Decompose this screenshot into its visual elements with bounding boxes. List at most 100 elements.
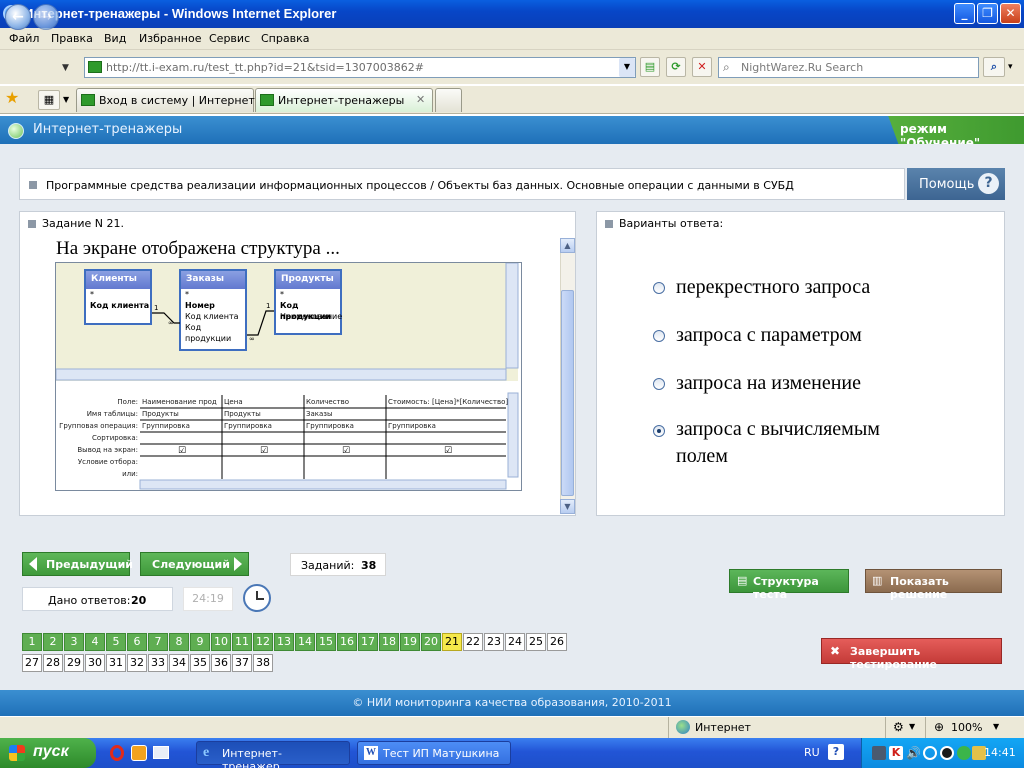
show-solution-button[interactable]: ▥ Показать решение xyxy=(865,569,1002,601)
tab-login[interactable]: Вход в систему | Интернет-... xyxy=(76,88,269,112)
task-number-22[interactable]: 22 xyxy=(463,633,483,651)
task-number-38[interactable]: 38 xyxy=(253,654,273,672)
task-number-24[interactable]: 24 xyxy=(505,633,525,651)
task-number-11[interactable]: 11 xyxy=(232,633,252,651)
new-tab-button[interactable] xyxy=(435,88,462,112)
start-button[interactable]: пуск xyxy=(0,738,96,768)
media-icon[interactable] xyxy=(923,746,937,760)
prev-button[interactable]: Предыдущий xyxy=(22,552,133,576)
protected-mode-icon[interactable]: ⚙ xyxy=(893,720,904,734)
task-number-34[interactable]: 34 xyxy=(169,654,189,672)
minimize-button[interactable]: _ xyxy=(954,3,975,24)
task-number-18[interactable]: 18 xyxy=(379,633,399,651)
favorites-star-icon[interactable]: ★ xyxy=(5,88,19,107)
protected-mode-dropdown-icon[interactable]: ▼ xyxy=(909,722,915,731)
answer-radio-2[interactable] xyxy=(653,330,665,342)
url-dropdown-icon[interactable]: ▼ xyxy=(619,58,635,77)
scroll-up-icon[interactable]: ▲ xyxy=(560,238,575,253)
task-number-20[interactable]: 20 xyxy=(421,633,441,651)
antivirus-icon[interactable]: K xyxy=(889,746,903,760)
language-help-icon[interactable]: ? xyxy=(828,744,844,760)
zoom-dropdown-icon[interactable]: ▼ xyxy=(993,722,999,731)
menu-help[interactable]: Справка xyxy=(261,32,309,45)
history-dropdown-icon[interactable]: ▼ xyxy=(62,63,69,73)
task-number-15[interactable]: 15 xyxy=(316,633,336,651)
maximize-button[interactable]: ❐ xyxy=(977,3,998,24)
disc-icon[interactable] xyxy=(940,746,954,760)
task-number-4[interactable]: 4 xyxy=(85,633,105,651)
refresh-icon[interactable]: ⟳ xyxy=(666,57,686,77)
browser-quicklaunch-icon[interactable] xyxy=(131,745,147,761)
tab-list-icon[interactable]: ▼ xyxy=(63,95,69,104)
task-number-37[interactable]: 37 xyxy=(232,654,252,672)
menu-file[interactable]: Файл xyxy=(9,32,39,45)
taskbar-item-ie[interactable]: e Интернет-тренажер... xyxy=(196,741,350,773)
volume-icon[interactable]: 🔊 xyxy=(906,746,921,760)
close-button[interactable]: ✕ xyxy=(1000,3,1021,24)
task-number-10[interactable]: 10 xyxy=(211,633,231,651)
close-tab-icon[interactable]: ✕ xyxy=(416,93,425,106)
answer-option-1[interactable]: перекрестного запроса xyxy=(676,274,870,301)
task-number-30[interactable]: 30 xyxy=(85,654,105,672)
task-number-31[interactable]: 31 xyxy=(106,654,126,672)
language-indicator[interactable]: RU xyxy=(804,746,820,759)
task-number-14[interactable]: 14 xyxy=(295,633,315,651)
menu-view[interactable]: Вид xyxy=(104,32,126,45)
answer-option-4[interactable]: запроса с вычисляемым полем xyxy=(676,416,931,470)
search-input[interactable]: ⌕ NightWarez.Ru Search xyxy=(718,57,979,78)
task-number-9[interactable]: 9 xyxy=(190,633,210,651)
task-number-8[interactable]: 8 xyxy=(169,633,189,651)
task-number-25[interactable]: 25 xyxy=(526,633,546,651)
task-number-16[interactable]: 16 xyxy=(337,633,357,651)
task-number-28[interactable]: 28 xyxy=(43,654,63,672)
task-number-5[interactable]: 5 xyxy=(106,633,126,651)
quick-tabs-icon[interactable]: ▦ xyxy=(38,90,60,110)
task-number-6[interactable]: 6 xyxy=(127,633,147,651)
task-number-12[interactable]: 12 xyxy=(253,633,273,651)
task-number-35[interactable]: 35 xyxy=(190,654,210,672)
stop-icon[interactable]: ✕ xyxy=(692,57,712,77)
zoom-icon[interactable]: ⊕ xyxy=(934,720,944,734)
update-icon[interactable] xyxy=(957,746,971,760)
task-number-29[interactable]: 29 xyxy=(64,654,84,672)
url-field[interactable]: http://tt.i-exam.ru/test_tt.php?id=21&ts… xyxy=(84,57,636,78)
task-number-17[interactable]: 17 xyxy=(358,633,378,651)
taskbar-item-word[interactable]: W Тест ИП Матушкина ... xyxy=(357,741,511,773)
answer-option-3[interactable]: запроса на изменение xyxy=(676,370,861,397)
task-number-3[interactable]: 3 xyxy=(64,633,84,651)
finish-test-button[interactable]: ✖ Завершить тестирование xyxy=(821,638,1002,671)
task-number-13[interactable]: 13 xyxy=(274,633,294,651)
task-number-19[interactable]: 19 xyxy=(400,633,420,651)
scroll-down-icon[interactable]: ▼ xyxy=(560,499,575,514)
task-number-32[interactable]: 32 xyxy=(127,654,147,672)
show-desktop-icon[interactable] xyxy=(153,746,169,759)
task-number-2[interactable]: 2 xyxy=(43,633,63,651)
forward-button[interactable]: → xyxy=(33,4,59,30)
scroll-thumb[interactable] xyxy=(561,290,574,496)
task-number-7[interactable]: 7 xyxy=(148,633,168,651)
opera-icon[interactable] xyxy=(110,745,124,761)
answer-radio-3[interactable] xyxy=(653,378,665,390)
menu-edit[interactable]: Правка xyxy=(51,32,93,45)
answer-option-2[interactable]: запроса с параметром xyxy=(676,322,862,349)
task-number-21[interactable]: 21 xyxy=(442,633,462,651)
answer-radio-4[interactable] xyxy=(653,425,665,437)
search-icon[interactable]: ⌕ xyxy=(983,57,1005,77)
zoom-level[interactable]: 100% xyxy=(951,721,982,734)
task-number-23[interactable]: 23 xyxy=(484,633,504,651)
compat-view-icon[interactable]: ▤ xyxy=(640,57,660,77)
help-button[interactable]: Помощь ? xyxy=(907,168,1005,200)
next-button[interactable]: Следующий xyxy=(140,552,249,576)
task-number-26[interactable]: 26 xyxy=(547,633,567,651)
menu-tools[interactable]: Сервис xyxy=(209,32,250,45)
search-options-icon[interactable]: ▾ xyxy=(1008,62,1013,72)
task-number-36[interactable]: 36 xyxy=(211,654,231,672)
back-button[interactable]: ← xyxy=(5,4,31,30)
tab-trainers[interactable]: Интернет-тренажеры ✕ xyxy=(255,88,433,112)
tray-app-icon[interactable] xyxy=(872,746,886,760)
menu-favorites[interactable]: Избранное xyxy=(139,32,201,45)
answer-radio-1[interactable] xyxy=(653,282,665,294)
task-number-1[interactable]: 1 xyxy=(22,633,42,651)
task-number-33[interactable]: 33 xyxy=(148,654,168,672)
test-structure-button[interactable]: ▤ Структура теста xyxy=(729,569,849,601)
